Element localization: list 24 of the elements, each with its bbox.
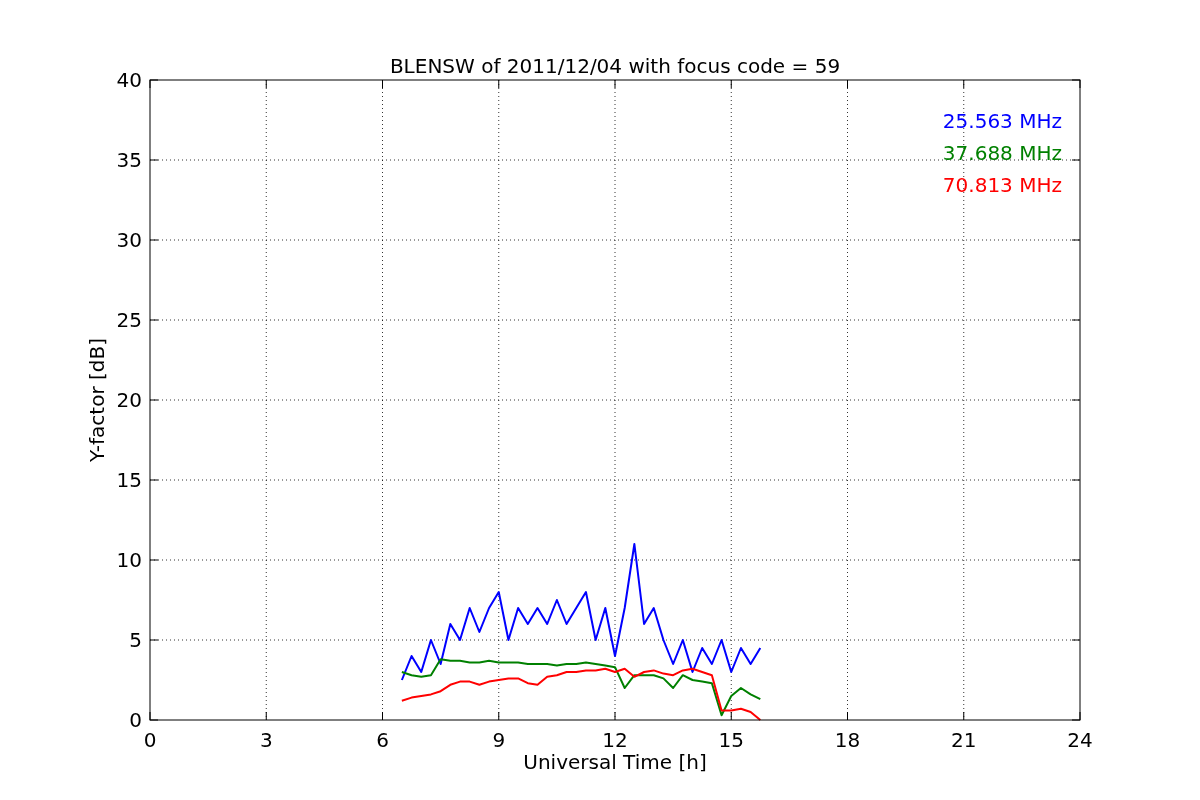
tick-label: 24 [1067, 728, 1093, 752]
tick-label: 0 [129, 708, 142, 732]
tick-label: 12 [602, 728, 628, 752]
tick-label: 40 [116, 68, 142, 92]
y-axis-label: Y-factor [dB] [85, 338, 109, 462]
tick-label: 0 [143, 728, 157, 752]
tick-label: 15 [116, 468, 142, 492]
tick-label: 30 [116, 228, 142, 252]
tick-label: 15 [718, 728, 744, 752]
tick-label: 6 [376, 728, 389, 752]
legend-label: 25.563 MHz [942, 109, 1062, 133]
x-axis-label: Universal Time [h] [523, 750, 707, 774]
tick-label: 25 [116, 308, 142, 332]
legend-label: 37.688 MHz [942, 141, 1062, 165]
tick-label: 10 [116, 548, 142, 572]
tick-label: 5 [129, 628, 142, 652]
tick-label: 18 [834, 728, 861, 752]
tick-label: 9 [492, 728, 506, 752]
legend-label: 70.813 MHz [942, 173, 1062, 197]
tick-label: 3 [259, 728, 273, 752]
tick-label: 35 [116, 148, 142, 172]
tick-label: 20 [116, 388, 142, 412]
chart-title: BLENSW of 2011/12/04 with focus code = 59 [389, 54, 841, 78]
tick-label: 21 [951, 728, 977, 752]
